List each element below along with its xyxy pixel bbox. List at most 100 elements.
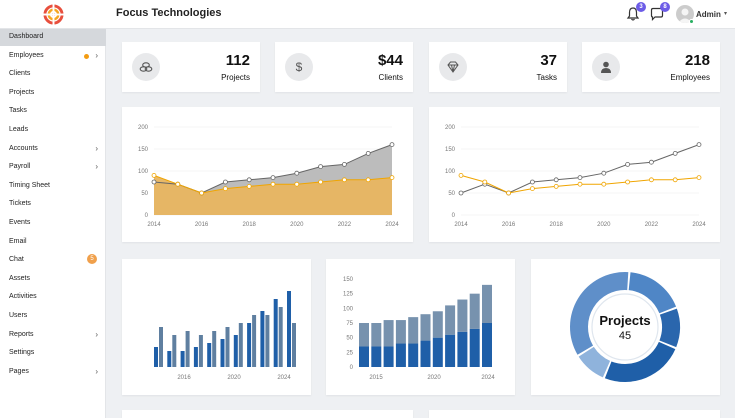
- bar[interactable]: [278, 307, 283, 367]
- bar[interactable]: [185, 331, 190, 367]
- stat-card-tasks[interactable]: 37 Tasks: [429, 42, 567, 92]
- data-point[interactable]: [672, 151, 678, 156]
- bar-segment[interactable]: [383, 346, 394, 367]
- data-point[interactable]: [270, 175, 276, 180]
- bar[interactable]: [172, 335, 177, 367]
- stat-card-employees[interactable]: 218 Employees: [582, 42, 720, 92]
- sidebar-item-email[interactable]: Email: [0, 234, 106, 251]
- bar-segment[interactable]: [359, 346, 369, 367]
- data-point[interactable]: [294, 181, 300, 187]
- data-point[interactable]: [601, 181, 607, 187]
- data-point[interactable]: [175, 181, 181, 187]
- data-point[interactable]: [601, 170, 607, 176]
- bar-segment[interactable]: [445, 334, 456, 367]
- bar-segment[interactable]: [469, 293, 480, 329]
- bar[interactable]: [198, 335, 203, 367]
- bar[interactable]: [167, 351, 172, 367]
- sidebar-item-timing-sheet[interactable]: Timing Sheet: [0, 178, 106, 195]
- data-point[interactable]: [341, 177, 347, 183]
- sidebar-item-tickets[interactable]: Tickets: [0, 196, 106, 213]
- data-point[interactable]: [365, 151, 371, 156]
- sidebar-item-employees[interactable]: Employees ›: [0, 48, 106, 65]
- bar-segment[interactable]: [408, 343, 419, 367]
- bar[interactable]: [207, 343, 212, 367]
- notifications-button[interactable]: 3: [625, 2, 646, 22]
- sidebar-item-leads[interactable]: Leads: [0, 122, 106, 139]
- data-point[interactable]: [199, 190, 204, 196]
- bar-segment[interactable]: [432, 311, 443, 338]
- data-point[interactable]: [151, 179, 157, 185]
- data-point[interactable]: [577, 181, 583, 187]
- bar[interactable]: [220, 339, 225, 367]
- bar[interactable]: [225, 327, 230, 367]
- data-point[interactable]: [458, 190, 464, 196]
- data-point[interactable]: [696, 175, 702, 180]
- bar-segment[interactable]: [482, 284, 492, 323]
- bar-segment[interactable]: [445, 305, 456, 335]
- bar[interactable]: [292, 323, 296, 367]
- bar-segment[interactable]: [408, 317, 419, 344]
- bar[interactable]: [193, 347, 198, 367]
- sidebar-item-activities[interactable]: Activities: [0, 289, 106, 306]
- caret-down-icon[interactable]: ▾: [724, 10, 727, 17]
- data-point[interactable]: [553, 177, 559, 183]
- data-point[interactable]: [625, 162, 631, 167]
- sidebar-item-reports[interactable]: Reports ›: [0, 327, 106, 344]
- target-logo-icon[interactable]: [43, 4, 64, 25]
- data-point[interactable]: [530, 179, 535, 185]
- bar-segment[interactable]: [432, 337, 443, 367]
- data-point[interactable]: [553, 184, 559, 189]
- data-point[interactable]: [341, 162, 347, 167]
- donut-segment[interactable]: [578, 346, 611, 378]
- bar-segment[interactable]: [457, 299, 468, 332]
- data-point[interactable]: [389, 142, 395, 147]
- bar[interactable]: [287, 291, 291, 367]
- bar-segment[interactable]: [420, 314, 431, 341]
- bar[interactable]: [233, 335, 238, 367]
- data-point[interactable]: [151, 173, 157, 178]
- data-point[interactable]: [223, 186, 228, 191]
- data-point[interactable]: [223, 179, 228, 185]
- donut-segment[interactable]: [604, 341, 676, 382]
- stat-card-clients[interactable]: $ $44 Clients: [275, 42, 413, 92]
- data-point[interactable]: [365, 177, 371, 183]
- sidebar-item-payroll[interactable]: Payroll ›: [0, 159, 106, 176]
- data-point[interactable]: [530, 186, 535, 191]
- bar[interactable]: [238, 323, 243, 367]
- bar-segment[interactable]: [457, 331, 468, 367]
- bar-segment[interactable]: [395, 320, 406, 344]
- data-point[interactable]: [672, 177, 678, 183]
- stat-card-projects[interactable]: 112 Projects: [122, 42, 260, 92]
- data-point[interactable]: [577, 175, 583, 180]
- data-point[interactable]: [246, 177, 252, 183]
- sidebar-item-assets[interactable]: Assets: [0, 271, 106, 288]
- data-point[interactable]: [482, 179, 488, 185]
- bar-segment[interactable]: [395, 343, 406, 367]
- sidebar-item-accounts[interactable]: Accounts ›: [0, 141, 106, 158]
- bar[interactable]: [260, 311, 265, 367]
- sidebar-item-chat[interactable]: Chat 5: [0, 252, 106, 269]
- bar-segment[interactable]: [371, 346, 382, 367]
- bar[interactable]: [159, 327, 163, 367]
- bar-segment[interactable]: [420, 340, 431, 367]
- bar[interactable]: [180, 351, 185, 367]
- bar-segment[interactable]: [383, 320, 394, 347]
- bar[interactable]: [273, 299, 278, 367]
- data-point[interactable]: [318, 164, 324, 169]
- sidebar-item-pages[interactable]: Pages ›: [0, 364, 106, 381]
- data-point[interactable]: [246, 184, 252, 189]
- data-point[interactable]: [648, 177, 654, 183]
- bar-segment[interactable]: [359, 323, 369, 347]
- bar[interactable]: [247, 323, 252, 367]
- bar[interactable]: [265, 315, 270, 367]
- data-point[interactable]: [648, 159, 654, 165]
- sidebar-item-dashboard[interactable]: Dashboard: [0, 29, 106, 46]
- bar[interactable]: [154, 347, 158, 367]
- bar[interactable]: [252, 315, 257, 367]
- sidebar-item-tasks[interactable]: Tasks: [0, 103, 106, 120]
- donut-segment[interactable]: [628, 272, 677, 314]
- donut-segment[interactable]: [659, 308, 680, 348]
- data-point[interactable]: [458, 173, 464, 178]
- data-point[interactable]: [625, 179, 631, 185]
- data-point[interactable]: [270, 181, 276, 187]
